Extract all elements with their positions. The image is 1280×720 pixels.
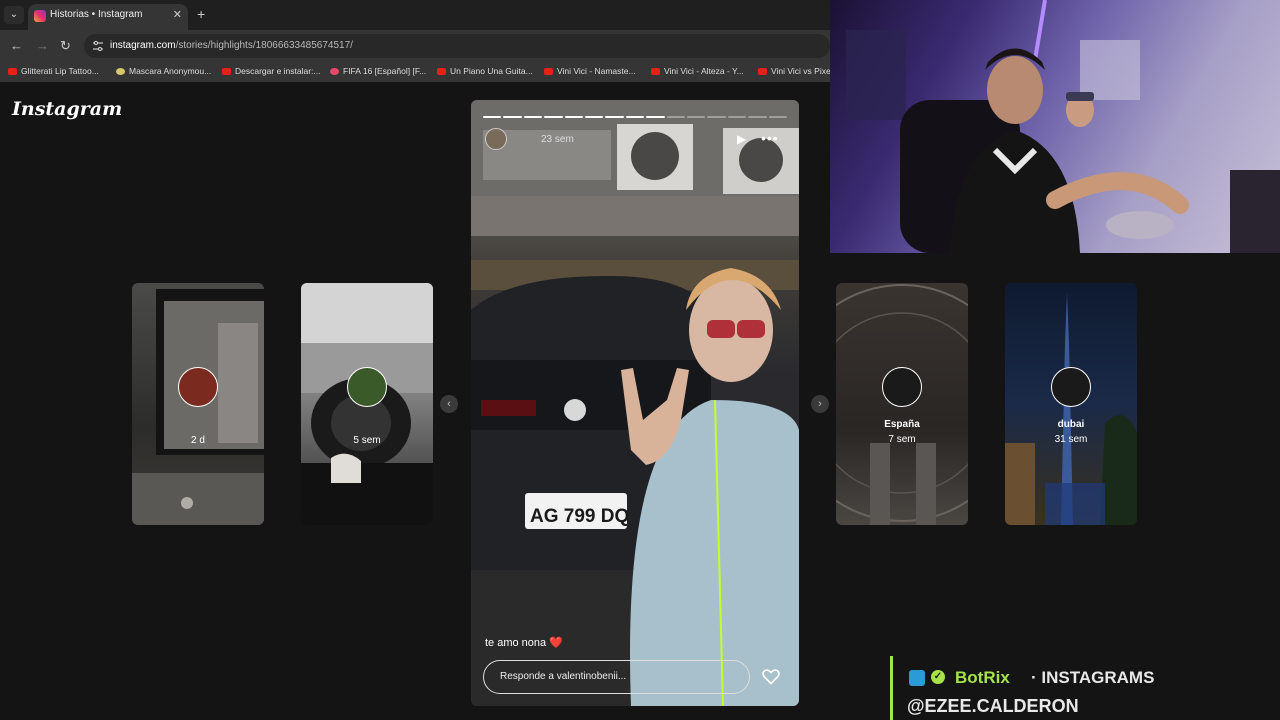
tab-instagram[interactable]: Historias • Instagram ✕ (28, 4, 188, 30)
bot-name: BotRix (955, 668, 1010, 687)
highlight-time: 7 sem (888, 434, 916, 445)
highlight-card[interactable]: 5 sem (301, 283, 433, 525)
story-time: 23 sem (541, 134, 574, 145)
bookmark-item[interactable]: Vini Vici - Alteza - Y... (651, 66, 744, 76)
highlight-avatar (882, 367, 922, 407)
overlay-separator: · (1031, 668, 1037, 687)
highlight-card[interactable]: dubai 31 sem (1005, 283, 1137, 525)
forward-icon[interactable]: → (36, 38, 49, 53)
previous-story-icon[interactable]: ‹ (440, 395, 458, 413)
bookmark-label: Vini Vici - Namaste... (557, 66, 636, 76)
story-progress-segment (666, 116, 685, 118)
bookmark-item[interactable]: Mascara Anonymou... (116, 66, 211, 76)
bookmark-item[interactable]: Descargar e instalar:... (222, 66, 321, 76)
overlay-handle: @EZEE.CALDERON (907, 696, 1079, 716)
story-progress-segment (605, 116, 624, 118)
youtube-icon (8, 68, 17, 75)
url-input[interactable]: instagram.com/stories/highlights/1806663… (84, 34, 830, 58)
story-progress-segment (483, 116, 502, 118)
bookmark-label: FIFA 16 [Español] [F... (343, 66, 427, 76)
highlight-card[interactable]: España 7 sem (836, 283, 968, 525)
story-progress-segment (564, 116, 583, 118)
story-viewer[interactable]: AG 799 DQ 23 sem ▶ ••• te amo nona ❤️ Re… (471, 100, 799, 706)
bookmark-label: Descargar e instalar:... (235, 66, 321, 76)
bookmark-label: Glitterati Lip Tattoo... (21, 66, 99, 76)
url-host: instagram.com (110, 40, 176, 51)
site-info-icon[interactable] (92, 40, 104, 52)
reload-icon[interactable]: ↻ (60, 38, 71, 54)
highlight-time: 5 sem (353, 435, 381, 446)
highlight-time: 2 d (191, 435, 205, 446)
verified-check-icon: ✓ (931, 670, 945, 684)
tab-search-dropdown-icon[interactable]: ⌄ (4, 6, 24, 24)
instagram-favicon-icon (34, 10, 46, 22)
story-progress-segment (625, 116, 645, 118)
story-progress-segment (646, 116, 665, 118)
next-story-icon[interactable]: › (811, 395, 829, 413)
story-progress-segment (503, 116, 522, 118)
overlay-title: · INSTAGRAMS (1031, 668, 1154, 688)
highlight-avatar (1051, 367, 1091, 407)
fifa-icon (330, 68, 339, 75)
bookmark-item[interactable]: Vini Vici vs Pixe (758, 66, 830, 76)
story-caption: te amo nona ❤️ (485, 637, 563, 649)
story-avatar[interactable] (485, 128, 507, 150)
youtube-icon (544, 68, 553, 75)
story-progress-segment (523, 116, 543, 118)
reply-input[interactable]: Responde a valentinobenii... (483, 660, 750, 694)
highlight-name: España (884, 419, 920, 430)
botrix-overlay: ✓ BotRix · INSTAGRAMS @EZEE.CALDERON (890, 656, 1280, 720)
webcam-overlay (830, 0, 1280, 253)
highlight-time: 31 sem (1054, 434, 1088, 445)
bookmark-label: Vini Vici - Alteza - Y... (664, 66, 744, 76)
story-progress-segment (768, 116, 787, 118)
bookmark-item[interactable]: Glitterati Lip Tattoo... (8, 66, 99, 76)
bookmark-item[interactable]: FIFA 16 [Español] [F... (330, 66, 426, 76)
botrix-logo-icon (909, 670, 925, 686)
story-progress-segment (748, 116, 767, 118)
heart-icon[interactable] (761, 666, 781, 686)
back-icon[interactable]: ← (10, 38, 23, 53)
story-progress-segment (687, 116, 706, 118)
highlight-avatar (178, 367, 218, 407)
story-image: AG 799 DQ (471, 100, 799, 706)
bookmark-item[interactable]: Un Piano Una Guita... (437, 66, 533, 76)
bookmark-label: Vini Vici vs Pixe (771, 66, 830, 76)
bookmarks-bar: Glitterati Lip Tattoo... Mascara Anonymo… (0, 62, 830, 82)
overlay-title-text: INSTAGRAMS (1041, 668, 1155, 687)
webcam-scene-image (846, 0, 1280, 253)
close-tab-icon[interactable]: ✕ (173, 8, 182, 21)
more-options-icon[interactable]: ••• (761, 130, 779, 146)
url-path: /stories/highlights/18066633485674517/ (175, 40, 353, 51)
mask-icon (116, 68, 125, 75)
license-plate: AG 799 DQ (530, 506, 629, 527)
new-tab-icon[interactable]: + (197, 6, 205, 22)
story-progress-segment (727, 116, 747, 118)
youtube-icon (222, 68, 231, 75)
bookmark-label: Mascara Anonymou... (129, 66, 212, 76)
story-progress-segment (707, 116, 726, 118)
youtube-icon (758, 68, 767, 75)
highlight-avatar (347, 367, 387, 407)
highlight-name: dubai (1057, 419, 1085, 430)
reply-placeholder: Responde a valentinobenii... (500, 671, 627, 682)
story-progress-segment (585, 116, 604, 118)
browser-tab-bar: ⌄ Historias • Instagram ✕ + (0, 0, 830, 30)
youtube-icon (437, 68, 446, 75)
url-text: instagram.com/stories/highlights/1806663… (110, 40, 353, 51)
address-bar-row: ← → ↻ instagram.com/stories/highlights/1… (0, 30, 830, 62)
tab-title: Historias • Instagram (50, 9, 143, 20)
instagram-logo[interactable]: Instagram (12, 98, 122, 120)
bookmark-label: Un Piano Una Guita... (450, 66, 533, 76)
highlight-card[interactable]: 2 d (132, 283, 264, 525)
story-progress-segment (544, 116, 563, 118)
bookmark-item[interactable]: Vini Vici - Namaste... (544, 66, 636, 76)
play-icon[interactable]: ▶ (737, 132, 746, 146)
youtube-icon (651, 68, 660, 75)
